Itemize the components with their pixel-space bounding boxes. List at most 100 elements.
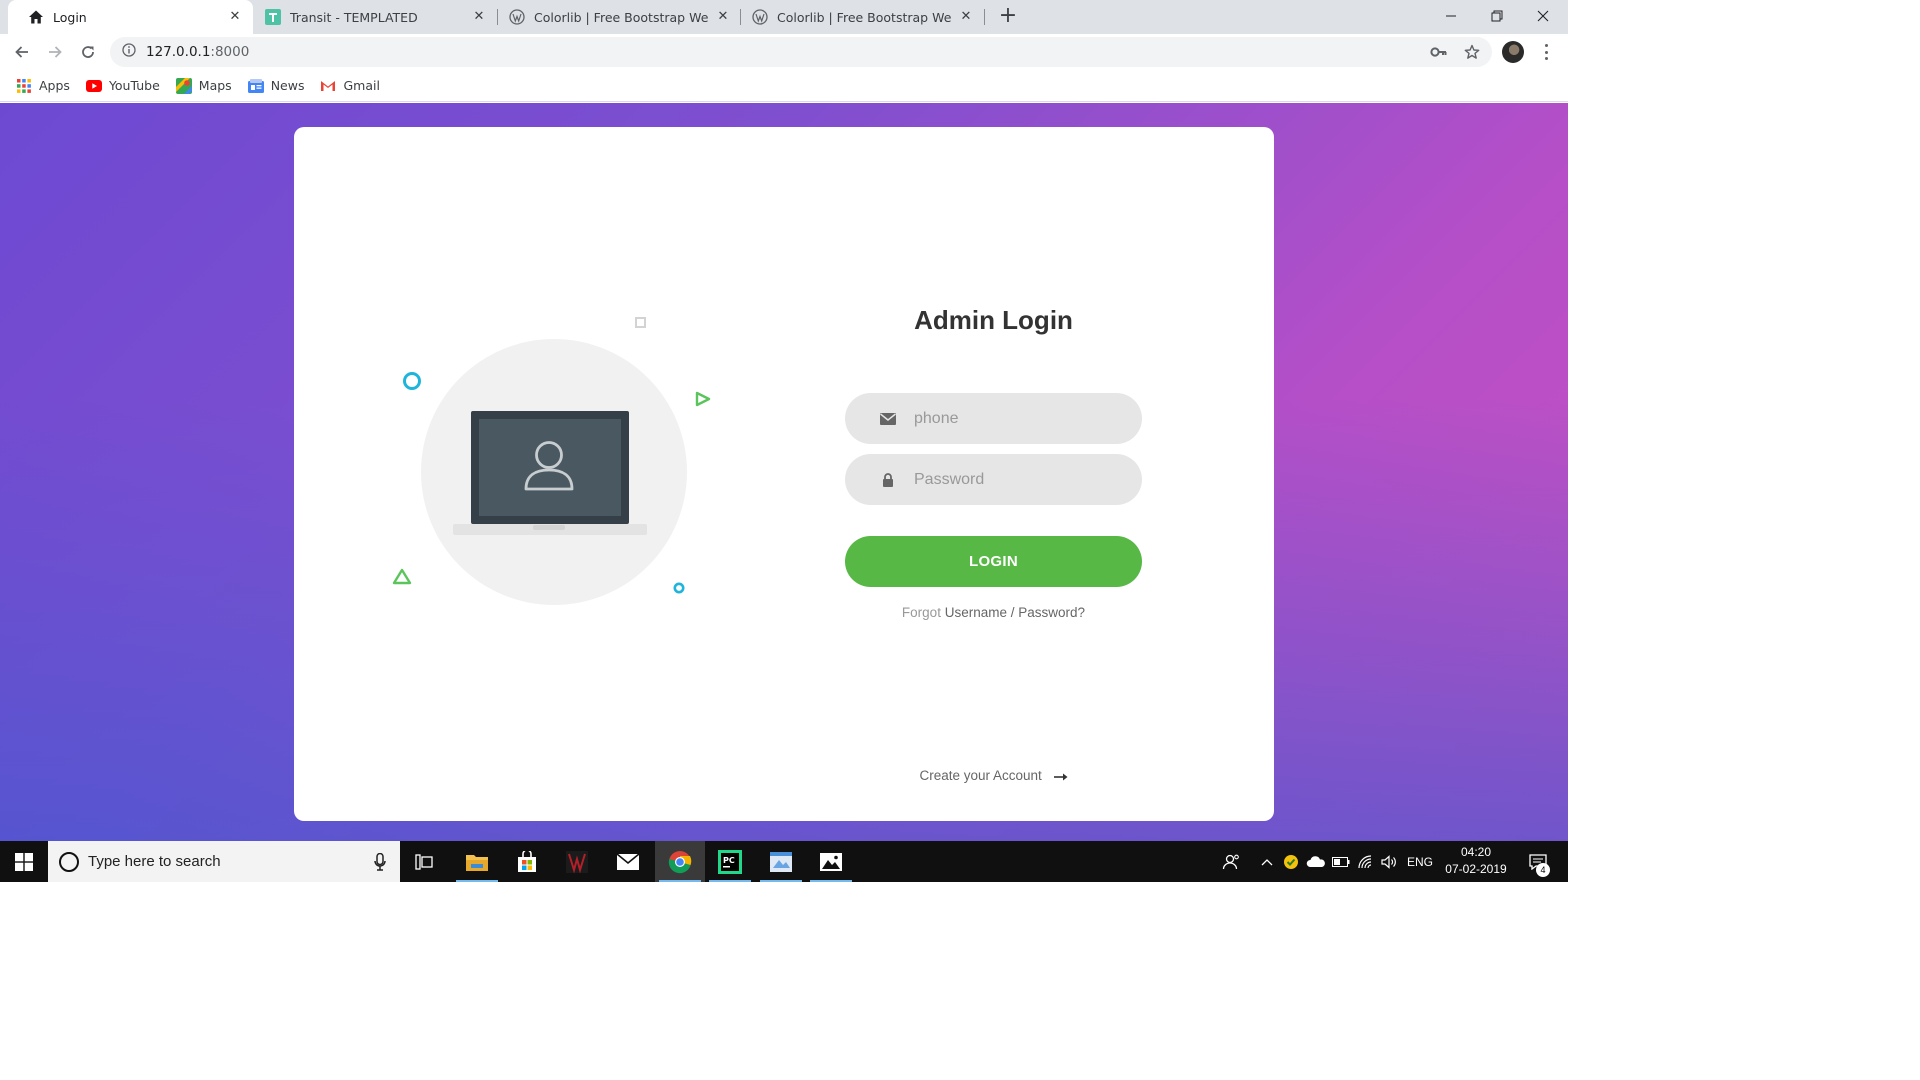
chrome-icon (668, 850, 692, 873)
battery-icon[interactable] (1330, 841, 1352, 882)
taskbar-mail[interactable] (603, 841, 653, 882)
taskbar-paint[interactable] (756, 841, 806, 882)
bookmark-label: Apps (39, 78, 70, 93)
phone-field[interactable] (845, 393, 1142, 444)
star-icon[interactable] (1459, 37, 1485, 67)
clock-time: 04:20 (1460, 845, 1492, 859)
bookmark-gmail[interactable]: Gmail (320, 78, 380, 94)
login-card: Admin Login LOGIN Forgot Username / Pass… (294, 127, 1274, 821)
taskbar-file-explorer[interactable] (452, 841, 502, 882)
bookmark-label: Maps (198, 78, 232, 93)
bookmark-label: YouTube (108, 78, 160, 93)
new-tab-button[interactable]: + (996, 5, 1020, 29)
templated-t-icon (265, 9, 281, 25)
game-app-icon (566, 850, 588, 874)
wordpress-icon (752, 9, 768, 25)
url-host: 127.0.0.1 (146, 44, 211, 60)
gmail-icon (320, 78, 336, 94)
home-icon (28, 9, 44, 25)
restore-button[interactable] (1474, 0, 1520, 32)
volume-icon[interactable] (1378, 841, 1402, 882)
long-arrow-right-icon (1053, 769, 1068, 784)
close-tab-icon[interactable]: ✕ (471, 9, 487, 25)
notification-count-badge: 4 (1536, 863, 1550, 877)
phone-input[interactable] (914, 393, 1124, 444)
photos-icon (820, 852, 842, 871)
tab-title: Transit - TEMPLATED (290, 9, 418, 25)
close-tab-icon[interactable]: ✕ (958, 9, 974, 25)
people-icon[interactable] (1216, 841, 1246, 882)
start-button[interactable] (0, 841, 48, 882)
taskbar-search[interactable]: Type here to search (48, 841, 400, 882)
url-text: 127.0.0.1:8000 (146, 44, 249, 60)
maps-icon (175, 77, 192, 94)
tab-title: Colorlib | Free Bootstrap Website (534, 9, 709, 25)
cortana-icon (59, 851, 79, 872)
windows-taskbar: Type here to search PC ENG 04:20 07-02-2… (0, 841, 1568, 882)
tab-login[interactable]: Login ✕ (8, 0, 253, 34)
taskbar-game-app[interactable] (552, 841, 602, 882)
create-account-link[interactable]: Create your Account (845, 768, 1142, 784)
microphone-icon[interactable] (374, 852, 386, 875)
close-tab-icon[interactable]: ✕ (227, 9, 243, 25)
bookmark-label: News (270, 78, 305, 93)
envelope-icon (879, 410, 897, 428)
login-page-background: Admin Login LOGIN Forgot Username / Pass… (0, 103, 1568, 841)
login-button[interactable]: LOGIN (845, 536, 1142, 587)
close-window-button[interactable] (1520, 0, 1566, 32)
browser-toolbar: 127.0.0.1:8000 (0, 34, 1568, 70)
tab-colorlib-1[interactable]: Colorlib | Free Bootstrap Website ✕ (489, 0, 741, 34)
taskbar-store[interactable] (502, 841, 552, 882)
tab-title: Colorlib | Free Bootstrap Website (777, 9, 952, 25)
menu-dots-icon[interactable] (1538, 42, 1554, 62)
chevron-up-icon[interactable] (1256, 841, 1278, 882)
password-input[interactable] (914, 454, 1124, 505)
bookmark-label: Gmail (343, 78, 380, 93)
tab-colorlib-2[interactable]: Colorlib | Free Bootstrap Website ✕ (732, 0, 984, 34)
back-button[interactable] (8, 38, 36, 66)
forgot-username-link[interactable]: Username (945, 605, 1007, 620)
taskbar-pycharm[interactable]: PC (705, 841, 755, 882)
wordpress-icon (509, 9, 525, 25)
password-field[interactable] (845, 454, 1142, 505)
tab-title: Login (53, 9, 87, 25)
language-indicator[interactable]: ENG (1404, 841, 1436, 882)
profile-avatar[interactable] (1502, 41, 1524, 63)
bookmarks-bar: Apps YouTube Maps News Gmail (0, 70, 1568, 102)
norton-tray-icon[interactable] (1280, 841, 1302, 882)
minimize-button[interactable] (1428, 0, 1474, 32)
create-account-label: Create your Account (919, 768, 1042, 783)
address-bar[interactable]: 127.0.0.1:8000 (110, 37, 1492, 67)
task-view-button[interactable] (400, 841, 448, 882)
form-title: Admin Login (914, 305, 1073, 335)
bookmark-maps[interactable]: Maps (175, 77, 232, 94)
onedrive-icon[interactable] (1304, 841, 1328, 882)
taskbar-chrome[interactable] (655, 841, 705, 882)
taskbar-photos[interactable] (806, 841, 856, 882)
clock-date: 07-02-2019 (1445, 862, 1507, 876)
info-icon[interactable] (122, 43, 136, 61)
bookmark-apps[interactable]: Apps (16, 78, 70, 94)
bookmark-news[interactable]: News (247, 78, 305, 94)
youtube-icon (85, 78, 102, 94)
file-explorer-icon (466, 854, 488, 871)
action-center-button[interactable] (1518, 841, 1558, 882)
forgot-password-link[interactable]: Password? (1018, 605, 1085, 620)
system-clock[interactable]: 04:20 07-02-2019 (1436, 844, 1516, 878)
task-view-icon (415, 853, 433, 870)
wifi-icon[interactable] (1354, 841, 1378, 882)
tab-separator (984, 9, 985, 25)
close-tab-icon[interactable]: ✕ (715, 9, 731, 25)
login-illustration (390, 307, 720, 617)
bookmark-youtube[interactable]: YouTube (85, 78, 160, 94)
forgot-prefix: Forgot (901, 605, 941, 620)
store-icon (518, 850, 536, 872)
login-form: Admin Login LOGIN Forgot Username / Pass… (845, 127, 1142, 821)
reload-button[interactable] (74, 38, 102, 66)
forgot-separator: / (1007, 605, 1019, 620)
mail-icon (616, 852, 640, 870)
key-icon[interactable] (1426, 37, 1452, 67)
forward-button[interactable] (41, 38, 69, 66)
tab-transit[interactable]: Transit - TEMPLATED ✕ (245, 0, 497, 34)
svg-text:PC: PC (723, 856, 735, 865)
